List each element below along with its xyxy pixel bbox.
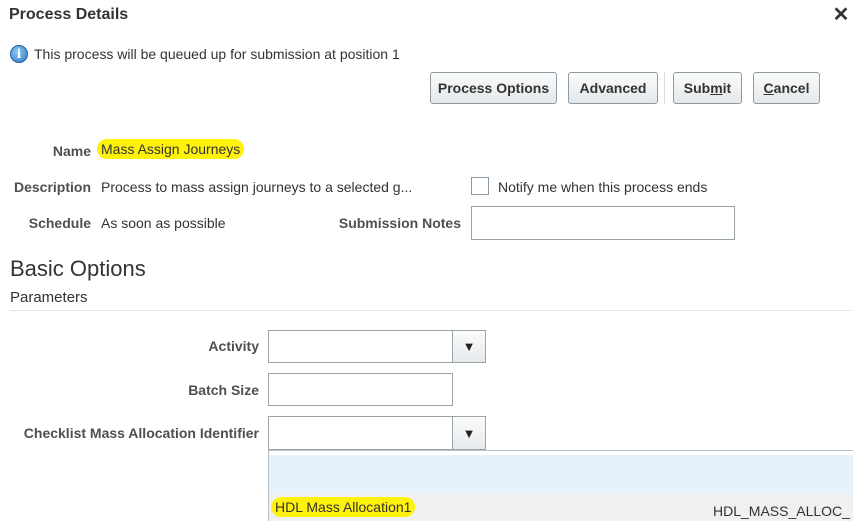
- option-name: HDL Mass Allocation1: [271, 497, 416, 517]
- cancel-button[interactable]: Cancel: [753, 72, 820, 104]
- toolbar-separator: [664, 72, 665, 104]
- checklist-identifier-field[interactable]: [269, 417, 452, 449]
- description-label: Description: [13, 179, 91, 195]
- dialog-title: Process Details: [9, 6, 129, 23]
- info-message: i This process will be queued up for sub…: [10, 44, 400, 64]
- process-details-dialog: Process Details ✕ i This process will be…: [0, 0, 853, 521]
- dropdown-option[interactable]: HDL Mass Allocation1 HDL_MASS_ALLOC_: [269, 493, 853, 521]
- name-value-text: Mass Assign Journeys: [97, 139, 245, 159]
- dropdown-option-blank[interactable]: [269, 455, 853, 493]
- parameters-subtitle: Parameters: [10, 289, 88, 306]
- submission-notes-label: Submission Notes: [338, 215, 461, 231]
- caret-down-icon: ▼: [462, 339, 476, 354]
- cancel-access-key: C: [763, 80, 774, 96]
- activity-dropdown-button[interactable]: ▼: [452, 331, 485, 362]
- process-options-button[interactable]: Process Options: [430, 72, 557, 104]
- activity-select-field[interactable]: [269, 331, 452, 362]
- submit-button[interactable]: Submit: [673, 72, 742, 104]
- info-message-text: This process will be queued up for submi…: [34, 46, 400, 62]
- basic-options-title: Basic Options: [10, 256, 146, 281]
- batch-size-input[interactable]: [268, 373, 453, 406]
- activity-label: Activity: [208, 338, 259, 354]
- notify-checkbox[interactable]: [471, 177, 489, 195]
- name-label: Name: [52, 143, 91, 159]
- option-code: HDL_MASS_ALLOC_: [713, 503, 850, 519]
- section-divider: [10, 310, 851, 311]
- advanced-button[interactable]: Advanced: [568, 72, 658, 104]
- schedule-value: As soon as possible: [101, 215, 226, 231]
- description-value: Process to mass assign journeys to a sel…: [101, 179, 413, 195]
- checklist-dropdown-button[interactable]: ▼: [452, 417, 485, 449]
- checklist-identifier-select[interactable]: ▼: [268, 416, 486, 450]
- info-icon: i: [10, 45, 28, 63]
- submit-label-start: Sub: [683, 80, 711, 96]
- checklist-dropdown-list: HDL Mass Allocation1 HDL_MASS_ALLOC_: [268, 450, 853, 521]
- submit-label-end: it: [722, 80, 732, 96]
- notify-label: Notify me when this process ends: [498, 179, 708, 195]
- submit-access-key: m: [710, 80, 723, 96]
- caret-down-icon: ▼: [462, 425, 476, 441]
- close-icon[interactable]: ✕: [832, 4, 850, 26]
- checklist-identifier-label: Checklist Mass Allocation Identifier: [23, 425, 259, 441]
- submission-notes-field[interactable]: [471, 206, 735, 240]
- name-value: Mass Assign Journeys: [97, 139, 245, 159]
- schedule-label: Schedule: [28, 215, 91, 231]
- cancel-label-end: ancel: [773, 80, 810, 96]
- batch-size-label: Batch Size: [188, 382, 259, 398]
- activity-select[interactable]: ▼: [268, 330, 486, 363]
